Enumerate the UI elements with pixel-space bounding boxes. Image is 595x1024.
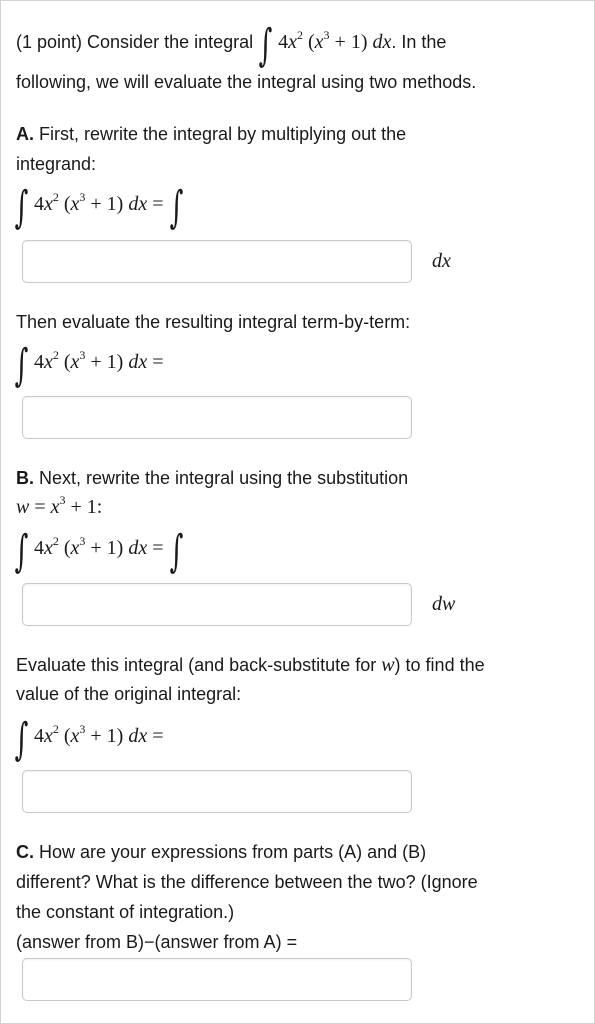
answer-box-a2[interactable]	[22, 396, 412, 439]
part-a-label: A.	[16, 124, 34, 144]
part-a-equation-2: ∫ 4x2 (x3 + 1) dx =	[14, 340, 164, 391]
answer-box-c[interactable]	[22, 958, 412, 1001]
part-a-line-3: Then evaluate the resulting integral ter…	[16, 312, 411, 332]
intro-line-2: following, we will evaluate the integral…	[16, 72, 477, 92]
part-b-line-3: value of the original integral:	[16, 684, 242, 704]
unit-dw: dw	[432, 593, 456, 615]
part-a-line-1: A. First, rewrite the integral by multip…	[16, 124, 407, 144]
part-b-line-2: Evaluate this integral (and back-substit…	[16, 654, 485, 676]
answer-box-a1[interactable]	[22, 240, 412, 283]
part-c-label: C.	[16, 842, 34, 862]
answer-box-b1[interactable]	[22, 583, 412, 626]
part-b-equation-2: ∫ 4x2 (x3 + 1) dx =	[14, 714, 164, 765]
unit-dx: dx	[432, 250, 451, 272]
part-a-equation-1: ∫ 4x2 (x3 + 1) dx = ∫	[14, 182, 183, 233]
integral-sign-icon: ∫	[169, 182, 183, 233]
part-b-label: B.	[16, 468, 34, 488]
intro-integral-expression: ∫ 4x2 (x3 + 1) dx	[258, 20, 392, 71]
part-b-line-1: B. Next, rewrite the integral using the …	[16, 468, 409, 488]
intro-line-1: (1 point) Consider the integral ∫ 4x2 (x…	[16, 24, 446, 68]
answer-box-b2[interactable]	[22, 770, 412, 813]
part-c-line-2: different? What is the difference betwee…	[16, 872, 478, 892]
part-b-equation-1: ∫ 4x2 (x3 + 1) dx = ∫	[14, 526, 183, 577]
intro-prefix: (1 point) Consider the integral	[16, 32, 254, 52]
part-a-line-2: integrand:	[16, 154, 97, 174]
part-c-line-1: C. How are your expressions from parts (…	[16, 842, 427, 862]
part-c-line-3: the constant of integration.)	[16, 902, 235, 922]
substitution-expression: w = x3 + 1:	[16, 493, 103, 518]
part-c-line-4: (answer from B)−(answer from A) =	[16, 932, 298, 952]
integral-sign-icon: ∫	[169, 526, 183, 577]
intro-suffix: . In the	[391, 32, 447, 52]
